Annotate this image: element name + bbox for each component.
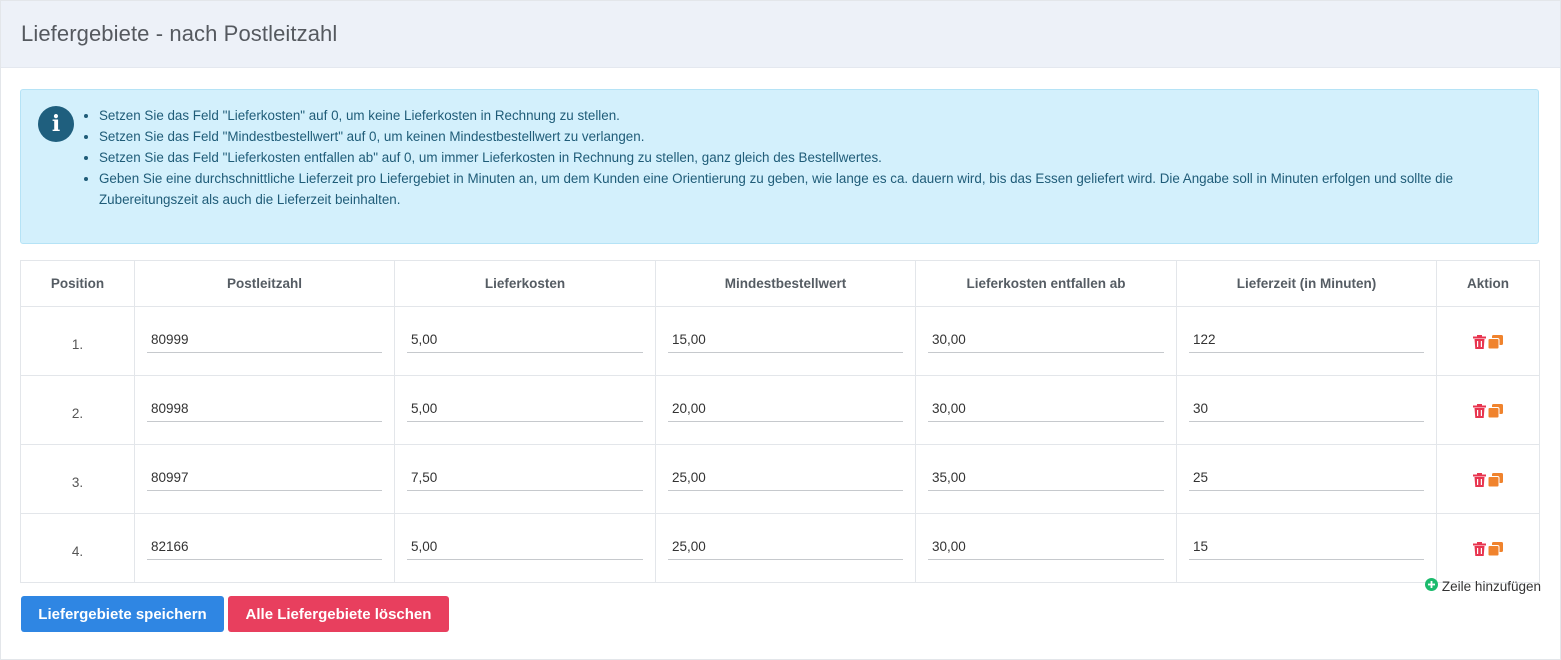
row-actions [1436, 306, 1540, 376]
row-position: 4. [20, 513, 135, 583]
copy-icon[interactable] [1488, 541, 1503, 556]
entfallen-ab-input[interactable] [928, 327, 1164, 353]
plus-circle-icon [1424, 578, 1438, 594]
lieferzeit-input[interactable] [1189, 465, 1424, 491]
entfallen-ab-input[interactable] [928, 396, 1164, 422]
lieferzeit-input[interactable] [1189, 534, 1424, 560]
copy-icon[interactable] [1488, 403, 1503, 418]
row-position: 1. [20, 306, 135, 376]
table-header-row: Position Postleitzahl Lieferkosten Minde… [20, 260, 1540, 307]
lieferkosten-input[interactable] [407, 534, 643, 560]
lieferkosten-input[interactable] [407, 327, 643, 353]
column-header-entfallen-ab: Lieferkosten entfallen ab [915, 260, 1177, 307]
trash-icon[interactable] [1473, 334, 1486, 349]
column-header-mindestbestellwert: Mindestbestellwert [655, 260, 916, 307]
lieferzeit-input[interactable] [1189, 327, 1424, 353]
table-row: 2. [20, 375, 1540, 445]
mindestbestellwert-input[interactable] [668, 396, 903, 422]
trash-icon[interactable] [1473, 472, 1486, 487]
trash-icon[interactable] [1473, 403, 1486, 418]
lieferkosten-input[interactable] [407, 465, 643, 491]
add-row-link[interactable]: Zeile hinzufügen [1424, 578, 1541, 594]
entfallen-ab-input[interactable] [928, 465, 1164, 491]
entfallen-ab-input[interactable] [928, 534, 1164, 560]
table-row: 1. [20, 306, 1540, 376]
copy-icon[interactable] [1488, 334, 1503, 349]
copy-icon[interactable] [1488, 472, 1503, 487]
postleitzahl-input[interactable] [147, 534, 382, 560]
column-header-lieferzeit: Lieferzeit (in Minuten) [1176, 260, 1437, 307]
trash-icon[interactable] [1473, 541, 1486, 556]
info-item: Setzen Sie das Feld "Lieferkosten" auf 0… [99, 105, 1518, 126]
add-row-label: Zeile hinzufügen [1441, 578, 1541, 594]
column-header-lieferkosten: Lieferkosten [394, 260, 656, 307]
info-item: Setzen Sie das Feld "Lieferkosten entfal… [99, 147, 1518, 168]
info-alert: i Setzen Sie das Feld "Lieferkosten" auf… [20, 89, 1539, 244]
row-actions [1436, 513, 1540, 583]
info-item: Geben Sie eine durchschnittliche Lieferz… [99, 168, 1518, 210]
mindestbestellwert-input[interactable] [668, 327, 903, 353]
info-icon: i [38, 106, 74, 142]
info-item: Setzen Sie das Feld "Mindestbestellwert"… [99, 126, 1518, 147]
lieferkosten-input[interactable] [407, 396, 643, 422]
info-list: Setzen Sie das Feld "Lieferkosten" auf 0… [81, 105, 1518, 210]
lieferzeit-input[interactable] [1189, 396, 1424, 422]
row-position: 3. [20, 444, 135, 514]
column-header-aktion: Aktion [1436, 260, 1540, 307]
card-header: Liefergebiete - nach Postleitzahl [1, 1, 1560, 68]
row-actions [1436, 444, 1540, 514]
mindestbestellwert-input[interactable] [668, 465, 903, 491]
table-row: 3. [20, 444, 1540, 514]
mindestbestellwert-input[interactable] [668, 534, 903, 560]
delivery-areas-table: Position Postleitzahl Lieferkosten Minde… [20, 260, 1540, 583]
postleitzahl-input[interactable] [147, 327, 382, 353]
row-actions [1436, 375, 1540, 445]
postleitzahl-input[interactable] [147, 465, 382, 491]
save-delivery-areas-button[interactable]: Liefergebiete speichern [21, 596, 224, 632]
delete-all-delivery-areas-button[interactable]: Alle Liefergebiete löschen [228, 596, 449, 632]
page-title: Liefergebiete - nach Postleitzahl [21, 21, 338, 46]
row-position: 2. [20, 375, 135, 445]
column-header-position: Position [20, 260, 135, 307]
table-row: 4. [20, 513, 1540, 583]
column-header-postleitzahl: Postleitzahl [134, 260, 395, 307]
postleitzahl-input[interactable] [147, 396, 382, 422]
